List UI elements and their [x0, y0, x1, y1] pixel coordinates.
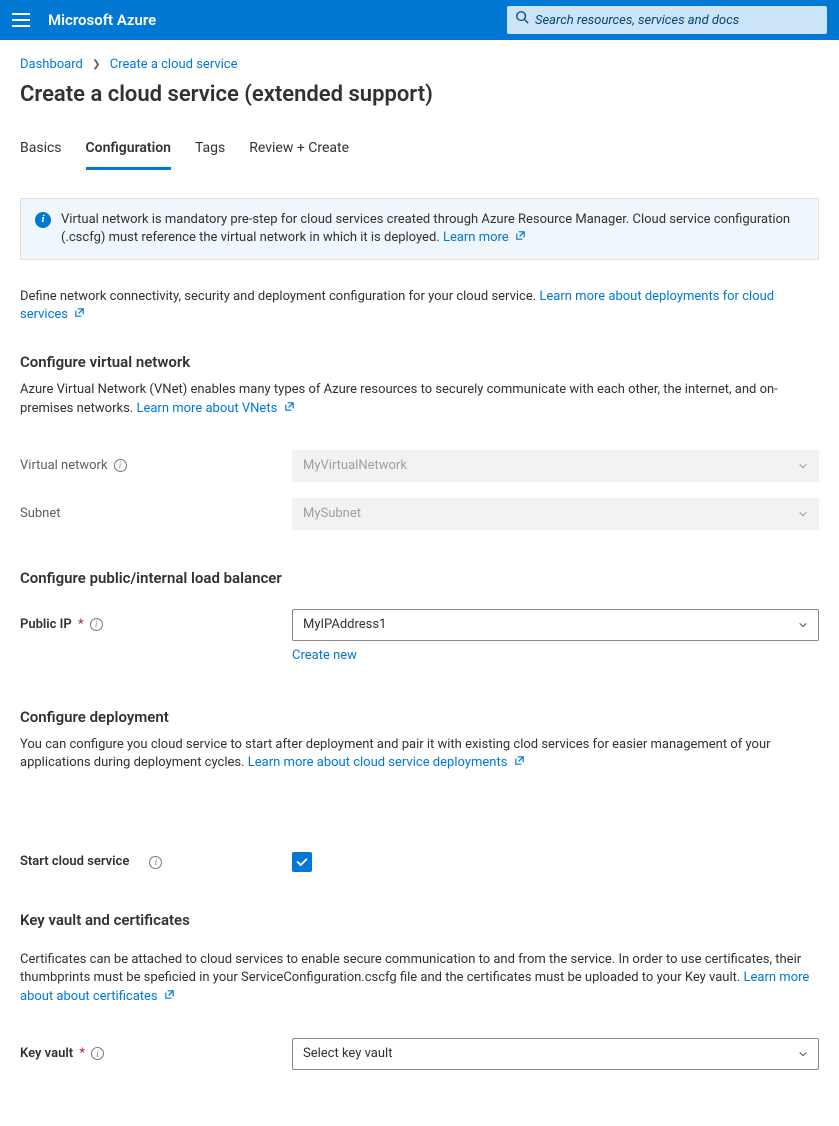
chevron-right-icon: ❯ [92, 59, 100, 70]
learn-more-deploy-label: Learn more about cloud service deploymen… [248, 755, 508, 770]
learn-more-label: Learn more [443, 230, 509, 245]
menu-icon[interactable] [12, 13, 30, 27]
brand-label: Microsoft Azure [48, 10, 156, 31]
create-new-row: Create new [292, 647, 819, 665]
vnet-desc: Azure Virtual Network (VNet) enables man… [20, 381, 819, 417]
virtual-network-value: MyVirtualNetwork [303, 457, 407, 475]
info-outline-icon[interactable]: i [91, 1047, 104, 1060]
tab-review-create[interactable]: Review + Create [249, 139, 349, 170]
deploy-desc: You can configure you cloud service to s… [20, 736, 819, 772]
virtual-network-select: MyVirtualNetwork [292, 450, 819, 482]
breadcrumb-dashboard[interactable]: Dashboard [20, 57, 83, 72]
subnet-label: Subnet [20, 505, 292, 523]
search-input[interactable] [535, 13, 819, 28]
info-outline-icon[interactable]: i [90, 618, 103, 631]
subnet-value: MySubnet [303, 505, 361, 523]
key-vault-label-text: Key vault [20, 1046, 73, 1061]
vnet-desc-text: Azure Virtual Network (VNet) enables man… [20, 382, 778, 415]
keyvault-row: Key vault * i Select key vault [20, 1038, 819, 1070]
start-cloud-service-text: Start cloud service [20, 853, 129, 871]
info-outline-icon[interactable]: i [114, 459, 127, 472]
external-link-icon [164, 989, 175, 1000]
info-icon: i [35, 212, 51, 228]
required-asterisk: * [78, 617, 84, 632]
subnet-row: Subnet MySubnet [20, 498, 819, 530]
lb-heading: Configure public/internal load balancer [20, 568, 819, 589]
tab-tags[interactable]: Tags [195, 139, 225, 170]
external-link-icon [515, 230, 526, 241]
vnet-row: Virtual network i MyVirtualNetwork [20, 450, 819, 482]
breadcrumb-create-cloud-service[interactable]: Create a cloud service [110, 57, 238, 72]
create-new-link[interactable]: Create new [292, 648, 357, 663]
info-banner: i Virtual network is mandatory pre-step … [20, 198, 819, 260]
deploy-heading: Configure deployment [20, 707, 819, 728]
main-content: Dashboard ❯ Create a cloud service Creat… [0, 40, 839, 1126]
learn-more-vnets-label: Learn more about VNets [136, 401, 277, 416]
public-ip-label-text: Public IP [20, 617, 72, 632]
external-link-icon [284, 401, 295, 412]
info-outline-icon[interactable]: i [149, 856, 162, 869]
page-title: Create a cloud service (extended support… [20, 80, 819, 111]
external-link-icon [74, 307, 85, 318]
chevron-down-icon [798, 509, 808, 519]
public-ip-label: Public IP * i [20, 616, 292, 634]
info-banner-body: Virtual network is mandatory pre-step fo… [61, 212, 790, 245]
start-cloud-service-checkbox[interactable] [292, 852, 312, 872]
public-ip-value: MyIPAddress1 [303, 616, 386, 634]
kv-desc: Certificates can be attached to cloud se… [20, 951, 819, 1006]
key-vault-value: Select key vault [303, 1045, 392, 1063]
subnet-select: MySubnet [292, 498, 819, 530]
start-service-row: Start cloud service i [20, 852, 819, 872]
tab-bar: Basics Configuration Tags Review + Creat… [20, 139, 819, 170]
chevron-down-icon [798, 461, 808, 471]
start-cloud-service-label: Start cloud service i [20, 853, 292, 871]
config-intro-text: Define network connectivity, security an… [20, 289, 539, 304]
virtual-network-label: Virtual network i [20, 457, 292, 475]
required-asterisk: * [79, 1046, 85, 1061]
subnet-label-text: Subnet [20, 505, 61, 523]
virtual-network-label-text: Virtual network [20, 457, 108, 475]
vnet-heading: Configure virtual network [20, 352, 819, 373]
public-ip-select[interactable]: MyIPAddress1 [292, 609, 819, 641]
info-banner-text: Virtual network is mandatory pre-step fo… [61, 211, 804, 247]
learn-more-vnets-link[interactable]: Learn more about VNets [136, 401, 294, 416]
kv-heading: Key vault and certificates [20, 910, 819, 931]
tab-basics[interactable]: Basics [20, 139, 62, 170]
breadcrumb: Dashboard ❯ Create a cloud service [20, 56, 819, 74]
external-link-icon [514, 755, 525, 766]
search-box[interactable] [507, 6, 827, 34]
config-intro: Define network connectivity, security an… [20, 288, 819, 324]
chevron-down-icon [798, 620, 808, 630]
search-icon [515, 10, 529, 31]
top-bar: Microsoft Azure [0, 0, 839, 40]
kv-desc-text: Certificates can be attached to cloud se… [20, 952, 801, 985]
info-banner-learn-more-link[interactable]: Learn more [443, 230, 526, 245]
publicip-row: Public IP * i MyIPAddress1 [20, 609, 819, 641]
learn-more-deploy-link[interactable]: Learn more about cloud service deploymen… [248, 755, 525, 770]
chevron-down-icon [798, 1049, 808, 1059]
key-vault-select[interactable]: Select key vault [292, 1038, 819, 1070]
tab-configuration[interactable]: Configuration [86, 139, 171, 170]
key-vault-label: Key vault * i [20, 1045, 292, 1063]
